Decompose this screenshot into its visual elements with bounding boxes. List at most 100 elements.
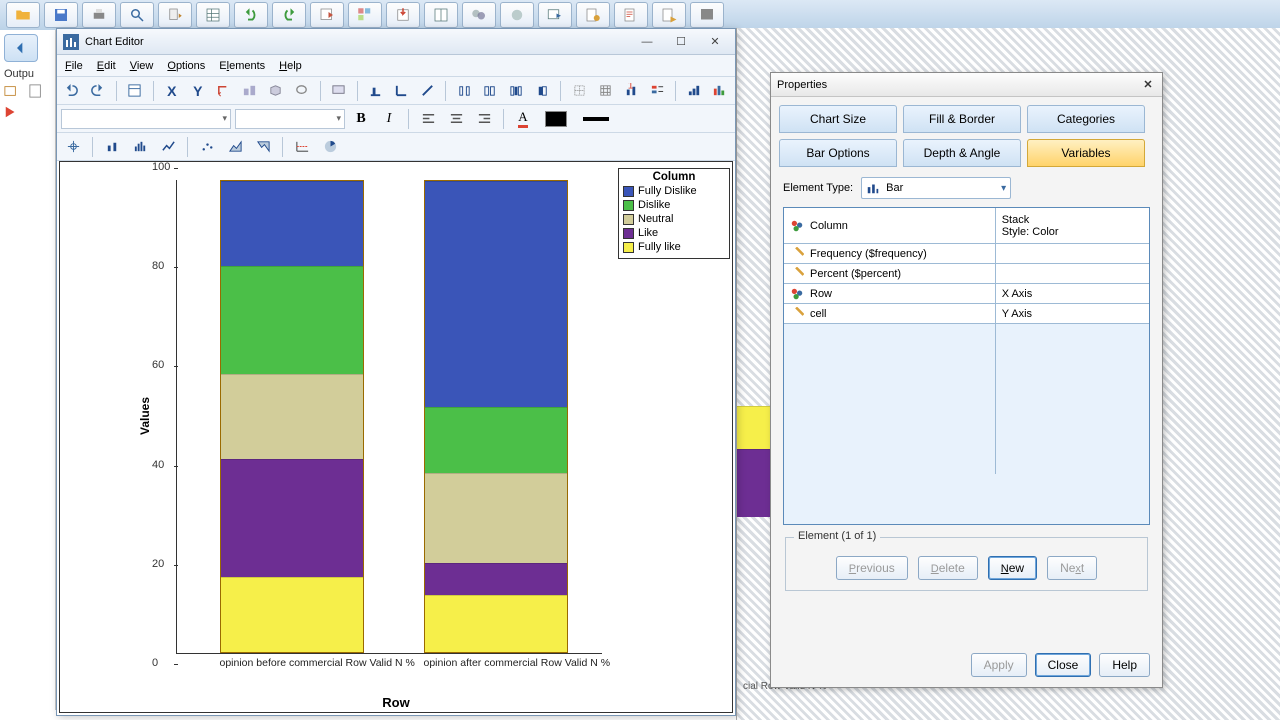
select-cases-button[interactable] [500, 2, 534, 28]
tab-depth-angle[interactable]: Depth & Angle [903, 139, 1021, 167]
fill-color-swatch[interactable] [539, 108, 573, 130]
legend-item[interactable]: Dislike [623, 198, 725, 212]
3d-icon[interactable] [265, 80, 287, 102]
tab-categories[interactable]: Categories [1027, 105, 1145, 133]
properties-titlebar[interactable]: Properties ✕ [771, 73, 1162, 97]
value-labels-button[interactable] [538, 2, 572, 28]
align-center-icon[interactable] [444, 108, 468, 130]
close-button-bottom[interactable]: Close [1035, 653, 1092, 677]
align-right-icon[interactable] [472, 108, 496, 130]
x-axis-icon[interactable]: X [161, 80, 183, 102]
spacing1-icon[interactable] [453, 80, 475, 102]
properties-icon[interactable] [124, 80, 146, 102]
new-button[interactable]: New [988, 556, 1037, 580]
help-button[interactable]: Help [1099, 653, 1150, 677]
sort-icon[interactable] [683, 80, 705, 102]
y-axis-icon[interactable]: Y [187, 80, 209, 102]
weight-button[interactable] [462, 2, 496, 28]
apply-button[interactable]: Apply [971, 653, 1027, 677]
variable-row[interactable]: Frequency ($frequency) [784, 244, 1149, 264]
spacing3-icon[interactable] [505, 80, 527, 102]
font-size-select[interactable] [235, 109, 345, 129]
nav-back-button[interactable] [4, 34, 38, 62]
data-button[interactable] [196, 2, 230, 28]
delete-button[interactable]: Delete [918, 556, 978, 580]
font-color-icon[interactable]: A [511, 108, 535, 130]
undo-icon[interactable] [61, 80, 83, 102]
export-button[interactable] [158, 2, 192, 28]
bar-chart-icon[interactable] [100, 136, 124, 158]
grid2-icon[interactable] [594, 80, 616, 102]
data-labels-icon[interactable]: 1 [620, 80, 642, 102]
transpose-icon[interactable] [213, 80, 235, 102]
tab-chart-size[interactable]: Chart Size [779, 105, 897, 133]
grid-icon[interactable] [568, 80, 590, 102]
bar-label-pos3-icon[interactable] [416, 80, 438, 102]
variable-row[interactable]: Percent ($percent) [784, 264, 1149, 284]
preview-button[interactable] [120, 2, 154, 28]
menu-edit[interactable]: Edit [97, 60, 116, 72]
area-up-icon[interactable] [223, 136, 247, 158]
redo-button[interactable] [272, 2, 306, 28]
line-chart-icon[interactable] [156, 136, 180, 158]
lasso-icon[interactable] [291, 80, 313, 102]
bar-label-pos2-icon[interactable] [390, 80, 412, 102]
undo-button[interactable] [234, 2, 268, 28]
open-folder-button[interactable] [6, 2, 40, 28]
element-type-select[interactable]: Bar [861, 177, 1011, 199]
previous-button[interactable]: Previous [836, 556, 908, 580]
menu-elements[interactable]: Elements [219, 60, 265, 72]
tab-variables[interactable]: Variables [1027, 139, 1145, 167]
variable-row[interactable]: RowX Axis [784, 284, 1149, 304]
next-button[interactable]: Next [1047, 556, 1097, 580]
spacing4-icon[interactable] [531, 80, 553, 102]
italic-button[interactable]: I [377, 108, 401, 130]
menu-help[interactable]: Help [279, 60, 302, 72]
bold-button[interactable]: B [349, 108, 373, 130]
variables-button[interactable] [348, 2, 382, 28]
area-down-icon[interactable] [251, 136, 275, 158]
variable-row[interactable]: ColumnStackStyle: Color [784, 208, 1149, 244]
minimize-button[interactable]: — [633, 33, 661, 51]
legend-item[interactable]: Fully Dislike [623, 184, 725, 198]
redo-icon[interactable] [87, 80, 109, 102]
variables-grid[interactable]: ColumnStackStyle: ColorFrequency ($frequ… [783, 207, 1150, 525]
legend-item[interactable]: Like [623, 226, 725, 240]
titlebar[interactable]: Chart Editor — ☐ ✕ [57, 29, 735, 55]
font-family-select[interactable] [61, 109, 231, 129]
scatter-icon[interactable] [195, 136, 219, 158]
show-legend-icon[interactable] [646, 80, 668, 102]
tab-fill-border[interactable]: Fill & Border [903, 105, 1021, 133]
menu-options[interactable]: Options [167, 60, 205, 72]
properties-close-icon[interactable]: ✕ [1140, 77, 1156, 93]
run-script-button[interactable] [652, 2, 686, 28]
chart-canvas[interactable]: Values opinion before commercial Row Val… [59, 161, 733, 713]
annotation-icon[interactable] [328, 80, 350, 102]
goto-case-button[interactable] [310, 2, 344, 28]
variable-row[interactable]: cellY Axis [784, 304, 1149, 324]
run-button[interactable] [576, 2, 610, 28]
bar-series-icon[interactable] [709, 80, 731, 102]
legend[interactable]: Column Fully DislikeDislikeNeutralLikeFu… [618, 168, 730, 259]
menu-view[interactable]: View [130, 60, 154, 72]
reference-line-icon[interactable] [290, 136, 314, 158]
legend-item[interactable]: Fully like [623, 240, 725, 254]
bar-label-pos1-icon[interactable] [364, 80, 386, 102]
split-button[interactable] [424, 2, 458, 28]
stacked-bar[interactable] [424, 180, 569, 653]
menu-file[interactable]: File [65, 60, 83, 72]
designate-button[interactable] [690, 2, 724, 28]
histogram-icon[interactable] [128, 136, 152, 158]
explode-icon[interactable] [239, 80, 261, 102]
stacked-bar[interactable] [220, 180, 365, 653]
tab-bar-options[interactable]: Bar Options [779, 139, 897, 167]
legend-item[interactable]: Neutral [623, 212, 725, 226]
insert-button[interactable] [386, 2, 420, 28]
close-button[interactable]: ✕ [701, 33, 729, 51]
pie-icon[interactable] [318, 136, 342, 158]
line-style-swatch[interactable] [577, 108, 615, 130]
align-left-icon[interactable] [416, 108, 440, 130]
script-button[interactable] [614, 2, 648, 28]
save-button[interactable] [44, 2, 78, 28]
spacing2-icon[interactable] [479, 80, 501, 102]
